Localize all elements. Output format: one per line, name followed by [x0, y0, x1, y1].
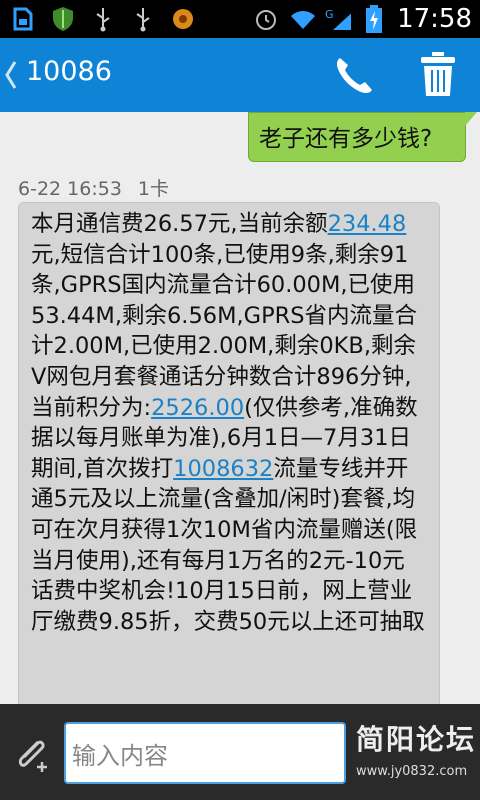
outgoing-message-bubble[interactable]: 老子还有多少钱? [248, 112, 477, 162]
contact-title[interactable]: 10086 [26, 56, 112, 87]
incoming-message-bubble[interactable]: 本月通信费26.57元,当前余额234.48元,短信合计100条,已使用9条,剩… [18, 202, 440, 704]
clock: 17:58 [397, 4, 472, 34]
message-input[interactable]: 输入内容 [64, 722, 346, 784]
usb-icon [130, 6, 156, 32]
phone-call-icon[interactable] [332, 54, 376, 98]
attachment-icon[interactable] [12, 734, 52, 774]
sim-label: 1卡 [137, 178, 170, 200]
shield-icon [50, 6, 76, 32]
sim-card-icon [10, 6, 36, 32]
signal-icon: G [325, 6, 352, 32]
message-input-placeholder: 输入内容 [72, 742, 168, 770]
watermark-url: www.jy0832.com [356, 764, 468, 779]
balance-link[interactable]: 234.48 [328, 211, 407, 237]
back-icon[interactable] [4, 58, 18, 92]
notification-icons [10, 6, 196, 32]
battery-charging-icon [361, 5, 387, 33]
points-link[interactable]: 2526.00 [151, 395, 244, 421]
conversation-header: 10086 [0, 38, 480, 112]
watermark-title: 简阳论坛 [356, 723, 477, 756]
message-text-segment: 流量专线并开通5元及以上流量(含叠加/闲时)套餐,均可在次月获得1次10M省内流… [31, 455, 425, 635]
message-meta: 6-22 16:53 1卡 [18, 174, 169, 201]
message-text-segment: 本月通信费26.57元,当前余额 [31, 211, 328, 237]
incoming-message-text: 本月通信费26.57元,当前余额234.48元,短信合计100条,已使用9条,剩… [31, 209, 427, 637]
compose-bar: 输入内容 简阳论坛 www.jy0832.com [0, 704, 480, 800]
trash-icon[interactable] [420, 52, 456, 98]
watermark: 简阳论坛 www.jy0832.com [356, 718, 474, 788]
svg-text:G: G [325, 8, 334, 21]
recorder-icon [170, 6, 196, 32]
system-icons: G 17:58 [253, 4, 472, 34]
status-bar: G 17:58 [0, 0, 480, 38]
wifi-icon [289, 6, 316, 32]
message-thread[interactable]: 老子还有多少钱? 6-22 16:53 1卡 本月通信费26.57元,当前余额23… [0, 112, 480, 704]
usb-icon [90, 6, 116, 32]
phone-number-link[interactable]: 1008632 [173, 456, 273, 482]
message-timestamp: 6-22 16:53 [18, 178, 122, 200]
alarm-clock-icon [253, 6, 279, 32]
outgoing-message-text: 老子还有多少钱? [259, 126, 433, 152]
